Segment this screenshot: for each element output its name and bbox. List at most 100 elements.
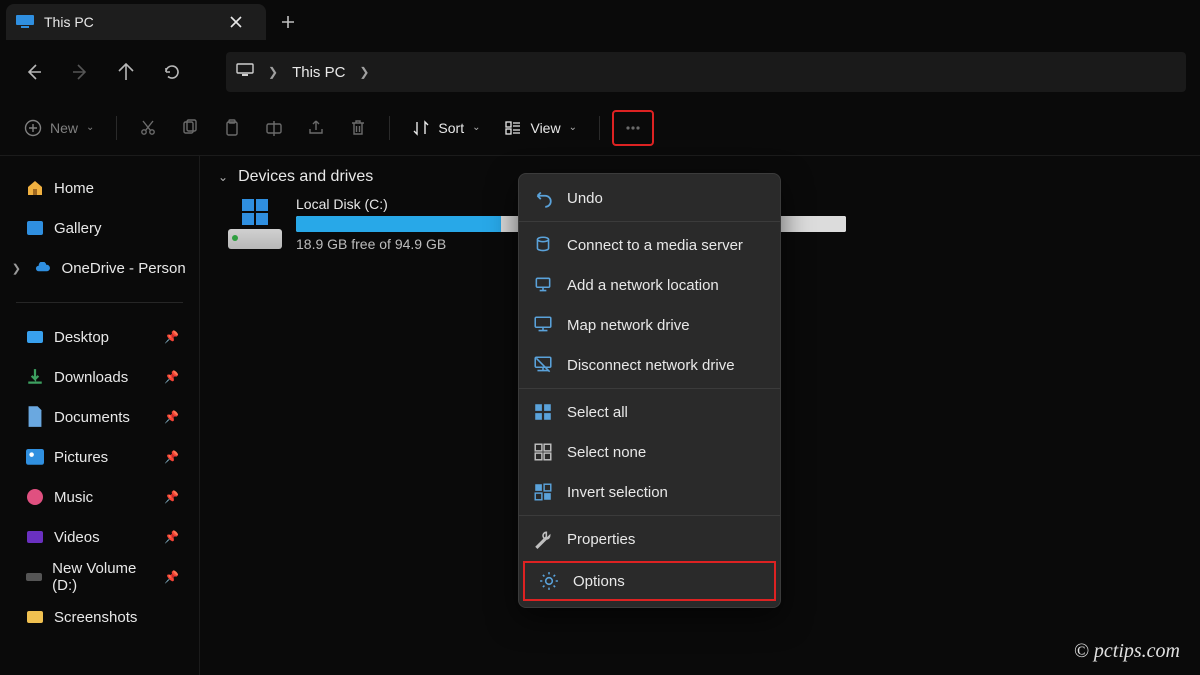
plus-circle-icon	[24, 119, 42, 137]
forward-button[interactable]	[60, 52, 100, 92]
gallery-icon	[26, 219, 44, 237]
ctx-properties[interactable]: Properties	[519, 519, 780, 559]
close-icon	[229, 15, 243, 29]
sidebar-item-pictures[interactable]: Pictures 📌	[0, 437, 199, 477]
menu-separator	[519, 388, 780, 389]
toolbar-divider	[599, 116, 600, 140]
navigation-row: ❯ This PC ❯	[0, 44, 1200, 100]
ctx-label: Options	[573, 573, 625, 590]
windows-logo-icon	[242, 199, 268, 225]
ctx-select-none[interactable]: Select none	[519, 432, 780, 472]
menu-separator	[519, 221, 780, 222]
ctx-undo[interactable]: Undo	[519, 178, 780, 218]
sort-label: Sort	[438, 120, 464, 136]
ctx-label: Select all	[567, 404, 628, 421]
sidebar-item-new-volume[interactable]: New Volume (D:) 📌	[0, 557, 199, 597]
sidebar-item-label: Documents	[54, 409, 130, 426]
group-header-label: Devices and drives	[238, 168, 373, 186]
ctx-map-drive[interactable]: Map network drive	[519, 305, 780, 345]
view-button[interactable]: View ⌄	[494, 110, 586, 146]
cloud-icon	[35, 259, 52, 277]
ctx-label: Invert selection	[567, 484, 668, 501]
refresh-button[interactable]	[152, 52, 192, 92]
chevron-right-icon: ❯	[359, 65, 369, 79]
delete-button[interactable]	[339, 110, 377, 146]
ctx-label: Properties	[567, 531, 635, 548]
paste-button[interactable]	[213, 110, 251, 146]
pin-icon: 📌	[164, 530, 185, 544]
rename-button[interactable]	[255, 110, 293, 146]
ctx-invert-selection[interactable]: Invert selection	[519, 472, 780, 512]
sidebar-item-label: Pictures	[54, 449, 108, 466]
undo-icon	[533, 188, 553, 208]
ctx-label: Undo	[567, 190, 603, 207]
map-drive-icon	[533, 315, 553, 335]
disconnect-drive-icon	[533, 355, 553, 375]
up-button[interactable]	[106, 52, 146, 92]
pin-icon: 📌	[164, 570, 185, 584]
chevron-down-icon: ⌄	[218, 170, 228, 184]
ctx-add-network[interactable]: Add a network location	[519, 265, 780, 305]
trash-icon	[349, 119, 367, 137]
cut-button[interactable]	[129, 110, 167, 146]
sidebar-item-gallery[interactable]: Gallery	[0, 208, 199, 248]
view-icon	[504, 119, 522, 137]
toolbar-divider	[389, 116, 390, 140]
new-tab-button[interactable]	[270, 4, 306, 40]
pin-icon: 📌	[164, 490, 185, 504]
toolbar: New ⌄ Sort ⌄ View ⌄	[0, 100, 1200, 156]
ctx-label: Select none	[567, 444, 646, 461]
ctx-options[interactable]: Options	[523, 561, 776, 601]
more-button[interactable]	[612, 110, 654, 146]
ctx-select-all[interactable]: Select all	[519, 392, 780, 432]
chevron-down-icon: ⌄	[86, 122, 94, 133]
ctx-disconnect-drive[interactable]: Disconnect network drive	[519, 345, 780, 385]
sidebar-item-label: New Volume (D:)	[52, 560, 154, 594]
pictures-icon	[26, 448, 44, 466]
sidebar-item-documents[interactable]: Documents 📌	[0, 397, 199, 437]
folder-icon	[26, 608, 44, 626]
chevron-right-icon: ❯	[268, 65, 278, 79]
pin-icon: 📌	[164, 330, 185, 344]
sidebar-item-label: Gallery	[54, 220, 102, 237]
arrow-right-icon	[71, 63, 89, 81]
menu-separator	[519, 515, 780, 516]
sidebar-item-downloads[interactable]: Downloads 📌	[0, 357, 199, 397]
drive-icon	[228, 199, 282, 249]
pin-icon: 📌	[164, 450, 185, 464]
tab-this-pc[interactable]: This PC	[6, 4, 266, 40]
monitor-icon	[236, 63, 254, 81]
share-button[interactable]	[297, 110, 335, 146]
share-icon	[307, 119, 325, 137]
network-location-icon	[533, 275, 553, 295]
rename-icon	[265, 119, 283, 137]
copy-button[interactable]	[171, 110, 209, 146]
sidebar-item-videos[interactable]: Videos 📌	[0, 517, 199, 557]
sidebar-item-label: OneDrive - Persona	[62, 260, 185, 277]
sidebar-item-screenshots[interactable]: Screenshots	[0, 597, 199, 637]
sidebar-item-home[interactable]: Home	[0, 168, 199, 208]
new-button[interactable]: New ⌄	[14, 110, 104, 146]
sort-icon	[412, 119, 430, 137]
sort-button[interactable]: Sort ⌄	[402, 110, 490, 146]
sidebar: Home Gallery ❯ OneDrive - Persona Deskto…	[0, 156, 200, 675]
sidebar-item-label: Home	[54, 180, 94, 197]
ctx-label: Disconnect network drive	[567, 357, 735, 374]
drive-icon	[26, 568, 42, 586]
breadcrumb-item[interactable]: This PC	[292, 64, 345, 81]
clipboard-icon	[223, 119, 241, 137]
copy-icon	[181, 119, 199, 137]
back-button[interactable]	[14, 52, 54, 92]
ctx-media-server[interactable]: Connect to a media server	[519, 225, 780, 265]
sidebar-item-desktop[interactable]: Desktop 📌	[0, 317, 199, 357]
tab-close-button[interactable]	[220, 6, 252, 38]
wrench-icon	[533, 529, 553, 549]
music-icon	[26, 488, 44, 506]
ctx-label: Connect to a media server	[567, 237, 743, 254]
monitor-icon	[16, 15, 34, 29]
toolbar-divider	[116, 116, 117, 140]
address-bar[interactable]: ❯ This PC ❯	[226, 52, 1186, 92]
sidebar-item-music[interactable]: Music 📌	[0, 477, 199, 517]
new-label: New	[50, 120, 78, 136]
sidebar-item-onedrive[interactable]: ❯ OneDrive - Persona	[0, 248, 199, 288]
